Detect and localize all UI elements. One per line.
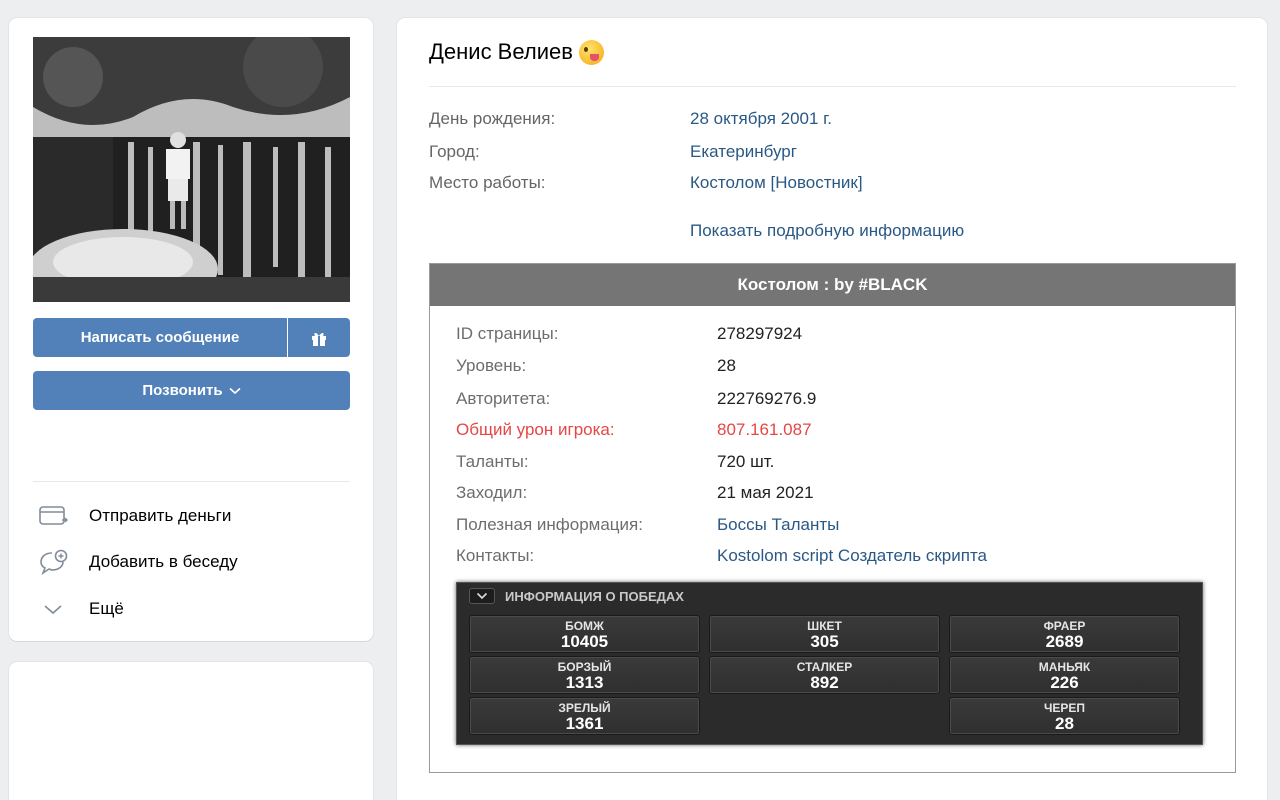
app-value: 807.161.087	[717, 420, 812, 439]
info-label: Город:	[429, 142, 480, 161]
app-value: 21 мая 2021	[717, 483, 814, 502]
win-cell: МАНЬЯК 226	[949, 656, 1180, 694]
wins-toggle-button[interactable]	[469, 588, 495, 604]
win-cell: ШКЕТ 305	[709, 615, 940, 653]
app-value: 720 шт.	[717, 452, 775, 471]
info-value[interactable]: Екатеринбург	[690, 142, 797, 162]
win-value: 1313	[565, 673, 604, 692]
app-value: 222769276.9	[717, 389, 817, 408]
info-value[interactable]: 28 октября 2001 г.	[690, 109, 832, 129]
win-value: 892	[810, 673, 839, 692]
win-cell: ЧЕРЕП 28	[949, 697, 1180, 735]
app-label: Таланты:	[456, 452, 529, 471]
profile-name: Денис Велиев	[429, 39, 573, 64]
wins-header: ИНФОРМАЦИЯ О ПОБЕДАХ	[469, 588, 684, 604]
add-chat-icon	[37, 549, 69, 575]
app-row-useful-info: Полезная информация: Боссы Таланты	[456, 515, 839, 535]
app-label: Заходил:	[456, 483, 528, 502]
gift-button[interactable]	[288, 318, 350, 357]
win-value: 1361	[565, 714, 604, 733]
app-row-talents: Таланты: 720 шт.	[456, 452, 774, 472]
win-cell: СТАЛКЕР 892	[709, 656, 940, 694]
info-row-birthday: День рождения: 28 октября 2001 г.	[429, 109, 832, 129]
info-label: День рождения:	[429, 109, 556, 128]
app-widget: Костолом : by #BLACK ID страницы: 278297…	[429, 263, 1236, 773]
app-label: Общий урон игрока:	[456, 420, 615, 439]
page-title: Денис Велиев	[429, 39, 604, 65]
chevron-down-icon	[37, 596, 69, 622]
app-value: 278297924	[717, 324, 803, 343]
wallet-icon	[37, 503, 69, 529]
app-value: 28	[717, 356, 736, 375]
win-value: 28	[1055, 714, 1074, 733]
app-title: Костолом : by #BLACK	[737, 275, 928, 294]
info-row-city: Город: Екатеринбург	[429, 142, 797, 162]
chevron-down-icon	[229, 387, 241, 394]
app-header: Костолом : by #BLACK	[430, 264, 1235, 306]
send-money-action[interactable]: Отправить деньги	[37, 501, 231, 531]
win-value: 226	[1050, 673, 1079, 692]
send-money-label: Отправить деньги	[89, 506, 232, 525]
app-label: Уровень:	[456, 356, 527, 375]
win-value: 305	[810, 632, 839, 651]
win-cell: ФРАЕР 2689	[949, 615, 1180, 653]
wins-panel: ИНФОРМАЦИЯ О ПОБЕДАХ БОМЖ 10405 ШКЕТ 305…	[456, 582, 1203, 745]
add-to-chat-label: Добавить в беседу	[89, 552, 238, 571]
profile-card: Написать сообщение Позвонить Отправить д…	[9, 18, 373, 641]
win-value: 2689	[1045, 632, 1084, 651]
avatar-image	[33, 37, 350, 302]
secondary-card	[9, 662, 373, 800]
avatar[interactable]	[33, 37, 350, 302]
app-value-links[interactable]: Kostolom script Создатель скрипта	[717, 546, 987, 566]
info-label: Место работы:	[429, 173, 546, 192]
show-more-link[interactable]: Показать подробную информацию	[690, 221, 964, 241]
more-label: Ещё	[89, 599, 124, 618]
info-row-work: Место работы: Костолом [Новостник]	[429, 173, 863, 193]
gift-icon	[312, 332, 326, 346]
app-row-contacts: Контакты: Kostolom script Создатель скри…	[456, 546, 987, 566]
app-label: Полезная информация:	[456, 515, 643, 534]
app-row-last-visit: Заходил: 21 мая 2021	[456, 483, 814, 503]
send-message-label: Написать сообщение	[80, 329, 240, 346]
emoji-icon	[578, 39, 604, 65]
app-row-level: Уровень: 28	[456, 356, 736, 376]
send-message-button[interactable]: Написать сообщение	[33, 318, 287, 357]
app-row-id: ID страницы: 278297924	[456, 324, 802, 344]
app-label: Авторитета:	[456, 389, 551, 408]
win-cell: БОМЖ 10405	[469, 615, 700, 653]
app-row-damage: Общий урон игрока: 807.161.087	[456, 420, 812, 440]
win-value: 10405	[560, 632, 609, 651]
win-cell: ЗРЕЛЫЙ 1361	[469, 697, 700, 735]
wins-title: ИНФОРМАЦИЯ О ПОБЕДАХ	[505, 588, 684, 604]
call-button[interactable]: Позвонить	[33, 371, 350, 410]
divider	[33, 481, 350, 482]
profile-info-card: Денис Велиев День рождения: 28 октября 2…	[397, 18, 1267, 800]
app-row-authority: Авторитета: 222769276.9	[456, 389, 816, 409]
divider	[429, 86, 1236, 87]
info-value[interactable]: Костолом [Новостник]	[690, 173, 863, 193]
chevron-down-icon	[476, 592, 488, 600]
app-label: ID страницы:	[456, 324, 559, 343]
app-value-links[interactable]: Боссы Таланты	[717, 515, 839, 535]
win-cell: БОРЗЫЙ 1313	[469, 656, 700, 694]
add-to-chat-action[interactable]: Добавить в беседу	[37, 547, 238, 577]
app-label: Контакты:	[456, 546, 535, 565]
more-action[interactable]: Ещё	[37, 594, 124, 624]
call-label: Позвонить	[142, 382, 223, 399]
